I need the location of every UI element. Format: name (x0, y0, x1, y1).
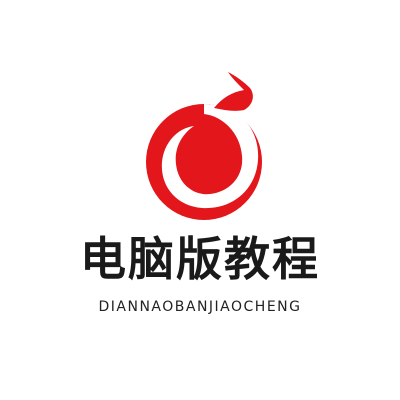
logo-canvas: 电脑版教程 DIANNAOBANJIAOCHENG (0, 0, 400, 400)
brand-pinyin: DIANNAOBANJIAOCHENG (98, 299, 302, 315)
brand-title: 电脑版教程 (80, 232, 320, 286)
red-swirl-coin-icon (146, 72, 262, 220)
logo-flame (214, 72, 253, 111)
